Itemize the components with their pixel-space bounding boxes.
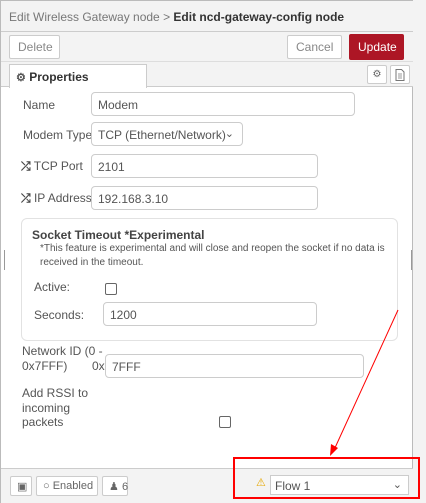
annotation-arrow-head (330, 444, 338, 456)
annotation-arrow-line (333, 309, 399, 451)
annotation-overlay (330, 309, 399, 456)
annotation-highlight-box (233, 457, 420, 499)
